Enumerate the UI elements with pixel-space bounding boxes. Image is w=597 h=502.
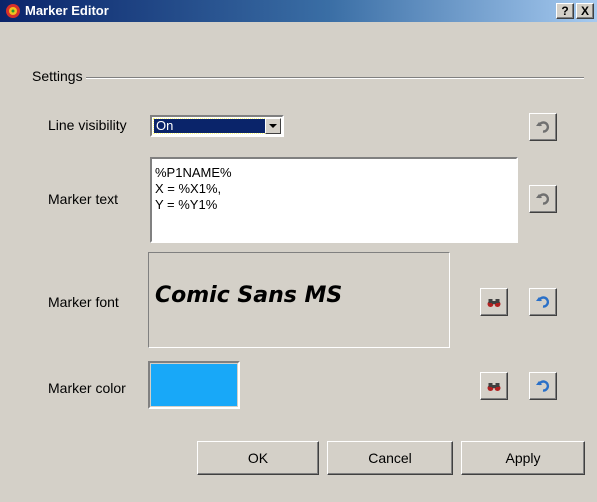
marker-editor-window: Marker Editor ? X Settings Line visibili…: [0, 0, 597, 502]
font-sample-text: Comic Sans MS: [155, 283, 343, 308]
marker-font-preview: Comic Sans MS: [148, 252, 450, 348]
undo-arrow-icon: [536, 121, 550, 133]
binoculars-icon: [487, 299, 501, 307]
marker-color-swatch[interactable]: [148, 361, 240, 409]
line-visibility-label: Line visibility: [48, 117, 127, 133]
reset-marker-text-button[interactable]: [529, 185, 557, 213]
undo-arrow-icon: [536, 296, 550, 308]
apply-button[interactable]: Apply: [461, 441, 585, 475]
reset-marker-font-button[interactable]: [529, 288, 557, 316]
app-icon: [6, 4, 20, 18]
browse-font-button[interactable]: [480, 288, 508, 316]
close-button[interactable]: X: [576, 3, 594, 19]
marker-color-label: Marker color: [48, 380, 126, 396]
marker-text-input[interactable]: %P1NAME% X = %X1%, Y = %Y1%: [150, 157, 518, 243]
marker-text-label: Marker text: [48, 191, 119, 207]
help-button[interactable]: ?: [556, 3, 574, 19]
undo-arrow-icon: [536, 193, 550, 205]
undo-arrow-icon: [536, 380, 550, 392]
line-visibility-value: On: [153, 118, 269, 134]
reset-marker-color-button[interactable]: [529, 372, 557, 400]
browse-color-button[interactable]: [480, 372, 508, 400]
marker-color-fill: [151, 364, 237, 406]
ok-button[interactable]: OK: [197, 441, 319, 475]
window-title: Marker Editor: [25, 3, 109, 18]
binoculars-icon: [487, 383, 501, 391]
title-bar[interactable]: Marker Editor ? X: [0, 0, 597, 22]
reset-line-visibility-button[interactable]: [529, 113, 557, 141]
cancel-button[interactable]: Cancel: [327, 441, 453, 475]
line-visibility-select[interactable]: On: [150, 115, 284, 137]
settings-group-label: Settings: [32, 68, 86, 84]
marker-font-label: Marker font: [48, 294, 119, 310]
chevron-down-icon[interactable]: [265, 118, 281, 134]
